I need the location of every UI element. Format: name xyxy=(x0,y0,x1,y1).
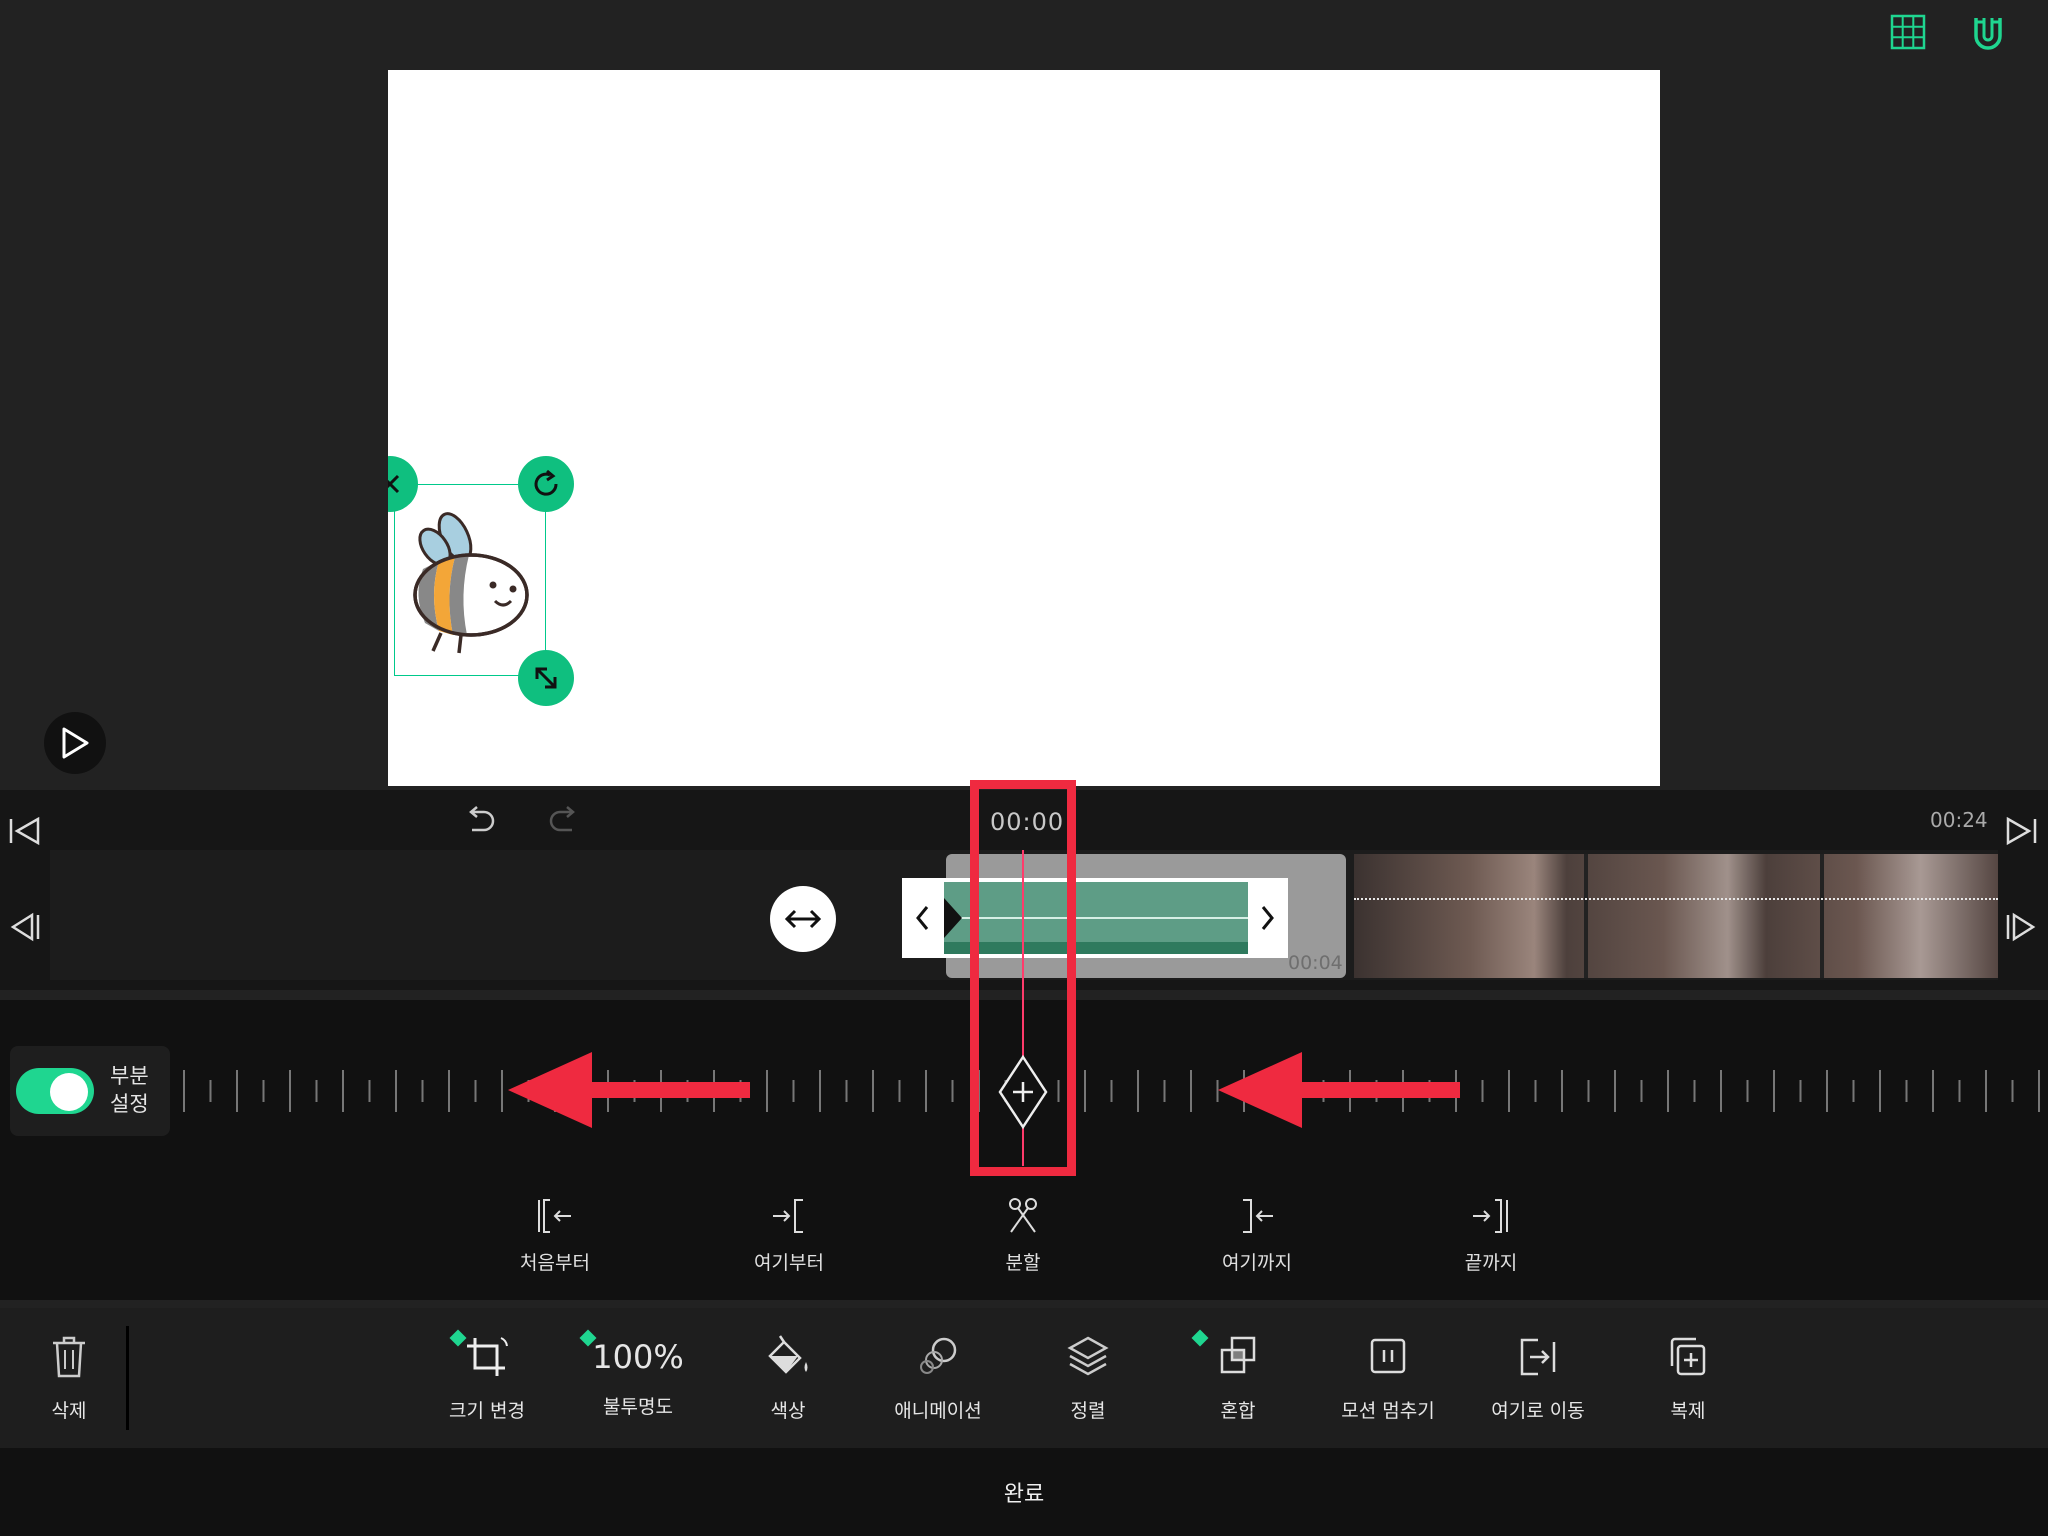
toggle-knob xyxy=(50,1073,88,1111)
prev-frame-icon[interactable] xyxy=(8,912,42,942)
skip-to-start-icon[interactable] xyxy=(8,816,42,846)
left-arrow-annotation xyxy=(508,1052,750,1128)
split-button[interactable]: 분할 xyxy=(948,1196,1098,1275)
animation-icon xyxy=(920,1337,957,1374)
opacity-value: 100% xyxy=(592,1338,684,1376)
horizontal-arrows-icon xyxy=(784,909,822,929)
partial-setting-label: 부분 설정 xyxy=(110,1064,149,1116)
right-arrow-annotation xyxy=(1218,1052,1460,1128)
move-here-button[interactable]: 여기로 이동 xyxy=(1463,1334,1613,1423)
paint-bucket-icon xyxy=(768,1335,808,1374)
color-label: 색상 xyxy=(770,1400,806,1422)
pause-box-icon xyxy=(1370,1338,1406,1374)
from-here-button[interactable]: 여기부터 xyxy=(714,1196,864,1275)
resize-handle[interactable] xyxy=(518,650,574,706)
toolbar-divider xyxy=(126,1326,129,1430)
animation-button[interactable]: 애니메이션 xyxy=(863,1334,1013,1423)
done-button[interactable]: 완료 xyxy=(924,1476,1124,1508)
opacity-label: 불투명도 xyxy=(603,1396,673,1418)
redo-icon[interactable] xyxy=(546,804,582,836)
total-time: 00:24 xyxy=(1930,808,1988,832)
from-here-icon xyxy=(773,1199,803,1233)
keyframe-marker-icon xyxy=(944,896,964,940)
until-end-icon xyxy=(1473,1199,1508,1233)
arrange-button[interactable]: 정렬 xyxy=(1013,1334,1163,1423)
trim-left-handle-icon[interactable] xyxy=(912,902,934,934)
skip-to-end-icon[interactable] xyxy=(2004,816,2038,846)
clip-duration: 00:04 xyxy=(1288,952,1343,974)
duplicate-icon xyxy=(1670,1337,1706,1376)
until-here-button[interactable]: 여기까지 xyxy=(1182,1196,1332,1275)
layers-icon xyxy=(1067,1336,1109,1376)
resize-button[interactable]: 크기 변경 xyxy=(412,1334,562,1423)
bee-sticker[interactable] xyxy=(394,484,546,676)
rotate-icon xyxy=(534,469,558,496)
from-start-button[interactable]: 처음부터 xyxy=(480,1196,630,1275)
video-clip-thumbnails[interactable] xyxy=(1354,854,1998,978)
move-here-label: 여기로 이동 xyxy=(1491,1400,1585,1422)
magnet-icon[interactable] xyxy=(1966,12,2010,56)
trim-right-handle-icon[interactable] xyxy=(1256,902,1278,934)
play-icon xyxy=(62,727,89,759)
until-end-label: 끝까지 xyxy=(1464,1252,1518,1274)
trash-icon xyxy=(53,1336,85,1378)
blend-button[interactable]: 혼합 xyxy=(1163,1334,1313,1423)
delete-button[interactable]: 삭제 xyxy=(0,1334,144,1423)
blend-icon xyxy=(1220,1336,1256,1374)
blend-label: 혼합 xyxy=(1220,1400,1256,1422)
play-button[interactable] xyxy=(44,712,106,774)
until-here-label: 여기까지 xyxy=(1222,1252,1292,1274)
rotate-handle[interactable] xyxy=(518,456,574,512)
from-start-label: 처음부터 xyxy=(520,1252,590,1274)
until-here-icon xyxy=(1243,1199,1273,1233)
scissors-icon xyxy=(1009,1198,1037,1233)
color-button[interactable]: 색상 xyxy=(713,1334,863,1423)
animation-label: 애니메이션 xyxy=(894,1400,982,1422)
from-start-icon xyxy=(538,1199,571,1233)
split-label: 분할 xyxy=(1005,1252,1041,1274)
highlight-box-annotation xyxy=(970,780,1076,1176)
grid-icon[interactable] xyxy=(1888,12,1928,52)
motion-stop-button[interactable]: 모션 멈추기 xyxy=(1313,1334,1463,1423)
crop-icon xyxy=(467,1337,508,1376)
bee-icon xyxy=(413,512,529,654)
duplicate-button[interactable]: 복제 xyxy=(1613,1334,1763,1423)
opacity-button[interactable]: 100% 불투명도 xyxy=(563,1334,713,1419)
undo-icon[interactable] xyxy=(462,804,498,836)
resize-diagonal-icon xyxy=(535,667,557,689)
keyframe-ruler[interactable] xyxy=(180,1060,2048,1120)
expand-button[interactable] xyxy=(770,886,836,952)
move-here-icon xyxy=(1520,1338,1556,1376)
preview-canvas[interactable] xyxy=(388,70,1660,786)
arrange-label: 정렬 xyxy=(1070,1400,1106,1422)
motion-stop-label: 모션 멈추기 xyxy=(1341,1400,1435,1422)
next-frame-icon[interactable] xyxy=(2004,912,2038,942)
delete-label: 삭제 xyxy=(51,1400,87,1422)
until-end-button[interactable]: 끝까지 xyxy=(1416,1196,1566,1275)
duplicate-label: 복제 xyxy=(1670,1400,1706,1422)
resize-label: 크기 변경 xyxy=(449,1400,525,1422)
close-icon xyxy=(388,474,400,494)
from-here-label: 여기부터 xyxy=(754,1252,824,1274)
